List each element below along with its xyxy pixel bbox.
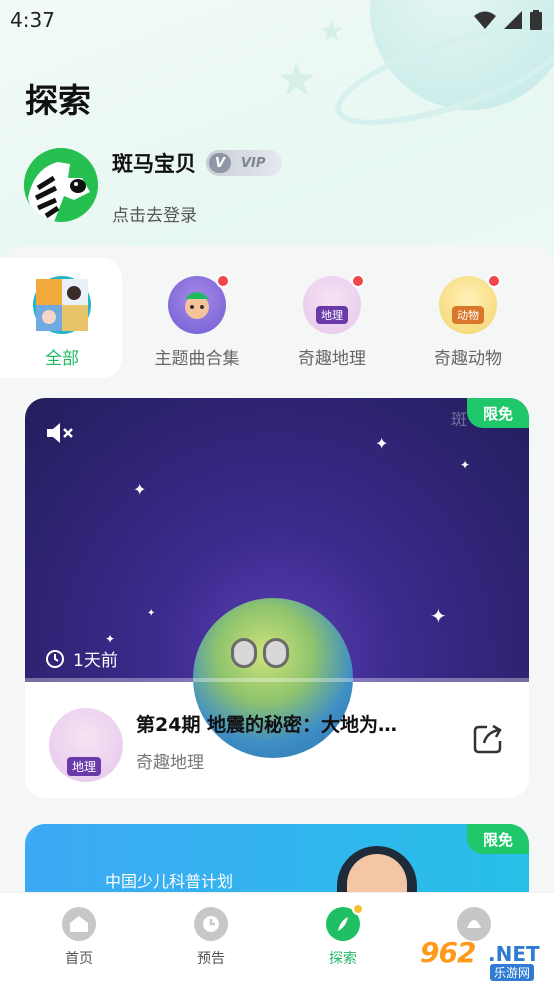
share-icon [473, 724, 502, 754]
new-dot-icon [216, 274, 230, 288]
vip-icon: V [209, 153, 231, 173]
tab-explore[interactable]: 探索 [283, 903, 403, 968]
sparkle-icon: ✦ [105, 632, 116, 646]
video-player[interactable]: ✦ ✦ ✦ ✦ ✦ ✦ 斑 限免 1天前 [25, 398, 529, 758]
category-geography-icon: 地理 [303, 274, 365, 334]
category-animals-icon-text: 动物 [452, 306, 484, 324]
category-geography-icon-text: 地理 [316, 306, 348, 324]
site-watermark-suffix: .NET [488, 942, 540, 966]
page-title: 探索 [25, 81, 91, 120]
card2-caption: 中国少儿科普计划 [105, 872, 234, 891]
wifi-icon [474, 11, 496, 29]
site-watermark: 962 .NET 乐游网 [416, 936, 548, 981]
category-geography[interactable]: 地理 奇趣地理 [267, 274, 397, 369]
series-name[interactable]: 奇趣地理 [136, 748, 204, 773]
tab-notification-dot [352, 903, 364, 915]
sparkle-icon: ✦ [375, 434, 389, 453]
share-button[interactable] [471, 722, 505, 760]
sparkle-icon: ✦ [147, 608, 156, 619]
site-watermark-number: 962 [420, 936, 476, 969]
battery-icon [530, 10, 542, 30]
time-ago: 1天前 [45, 646, 118, 671]
compass-icon [326, 903, 364, 941]
mute-button[interactable] [45, 420, 75, 450]
category-theme-songs-icon [168, 274, 230, 334]
clock-icon [46, 649, 64, 668]
new-dot-icon [487, 274, 501, 288]
site-watermark-cn: 乐游网 [490, 964, 535, 981]
episode-title[interactable]: 第24期 地震的秘密：大地为… [136, 710, 436, 737]
category-all[interactable]: 全部 [0, 276, 127, 369]
status-time: 4:37 [10, 8, 55, 32]
tab-label: 首页 [65, 951, 93, 967]
profile-name: 斑马宝贝 [112, 152, 196, 176]
sparkle-icon: ✦ [430, 604, 447, 628]
tab-home[interactable]: 首页 [19, 907, 139, 968]
video-watermark: 斑 [450, 410, 467, 429]
avatar[interactable] [24, 148, 98, 222]
mute-icon [47, 423, 73, 443]
zebra-logo-icon [24, 148, 98, 222]
vip-label: VIP [241, 155, 266, 171]
login-link[interactable]: 点击去登录 [112, 201, 282, 226]
new-dot-icon [351, 274, 365, 288]
sparkle-icon: ✦ [133, 480, 147, 499]
series-thumbnail-text: 地理 [67, 757, 102, 776]
tab-preview[interactable]: 预告 [151, 907, 271, 968]
tab-label: 探索 [329, 951, 357, 967]
free-badge: 限免 [467, 824, 529, 854]
category-label: 全部 [45, 349, 79, 369]
category-row: 全部 主题曲合集 地理 奇趣地理 动物 奇趣动物 [0, 274, 554, 376]
category-label: 主题曲合集 [154, 349, 240, 369]
free-badge: 限免 [467, 398, 529, 428]
profile-section[interactable]: 斑马宝贝 V VIP 点击去登录 [24, 148, 282, 226]
category-animals[interactable]: 动物 奇趣动物 [403, 274, 533, 369]
home-icon [62, 907, 96, 941]
status-bar: 4:37 [0, 0, 554, 40]
feed-card[interactable]: ✦ ✦ ✦ ✦ ✦ ✦ 斑 限免 1天前 地理 第24期 地震的秘密：大地为… … [25, 398, 529, 798]
tab-label: 预告 [197, 951, 225, 967]
star-decoration: ★ [276, 52, 318, 106]
category-theme-songs[interactable]: 主题曲合集 [132, 274, 262, 369]
signal-icon [504, 11, 522, 29]
category-label: 奇趣动物 [434, 349, 502, 369]
card-info[interactable]: 地理 第24期 地震的秘密：大地为… 奇趣地理 [25, 682, 529, 798]
time-ago-text: 1天前 [73, 651, 118, 671]
category-label: 奇趣地理 [298, 349, 366, 369]
sparkle-icon: ✦ [460, 458, 471, 472]
vip-badge[interactable]: V VIP [206, 150, 282, 176]
category-all-icon [33, 276, 91, 334]
clock-icon [194, 907, 228, 941]
category-animals-icon: 动物 [439, 274, 501, 334]
series-thumbnail[interactable]: 地理 [49, 708, 123, 782]
